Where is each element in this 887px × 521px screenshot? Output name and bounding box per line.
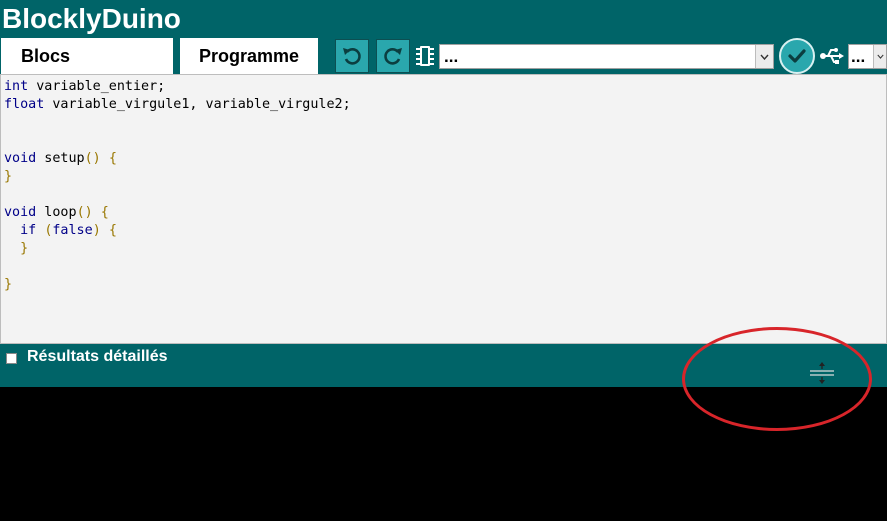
app-title: BlocklyDuino bbox=[2, 3, 181, 34]
code-line: } bbox=[4, 169, 13, 184]
redo-icon bbox=[384, 48, 402, 65]
undo-button[interactable] bbox=[335, 39, 369, 73]
board-select-value: ... bbox=[444, 47, 459, 66]
code-line: } bbox=[20, 241, 29, 256]
redo-button[interactable] bbox=[376, 39, 410, 73]
port-select[interactable]: ... bbox=[848, 44, 887, 69]
verify-button[interactable] bbox=[779, 38, 815, 74]
code-line: } bbox=[4, 277, 13, 292]
port-select-value: ... bbox=[851, 47, 866, 66]
board-select[interactable]: ... bbox=[439, 44, 774, 69]
check-icon bbox=[788, 49, 806, 63]
header-bar: BlocklyDuino Blocs Programme ... ... int… bbox=[0, 0, 887, 387]
chevron-down-icon bbox=[873, 45, 886, 68]
usb-icon bbox=[820, 48, 844, 64]
tab-programme[interactable]: Programme bbox=[180, 38, 318, 74]
chevron-down-icon bbox=[755, 45, 773, 68]
code-line: void loop() { bbox=[4, 205, 109, 220]
code-line: if (false) { bbox=[20, 223, 117, 238]
code-line: int variable_entier; bbox=[4, 79, 166, 94]
results-checkbox[interactable] bbox=[6, 353, 17, 364]
tab-blocs[interactable]: Blocs bbox=[1, 38, 173, 74]
code-line: void setup() { bbox=[4, 151, 117, 166]
code-text: int variable_entier; float variable_virg… bbox=[4, 78, 351, 294]
console-output bbox=[0, 387, 887, 521]
results-label: Résultats détaillés bbox=[27, 348, 168, 365]
resize-handle-icon[interactable] bbox=[808, 361, 836, 385]
chip-icon bbox=[416, 46, 434, 66]
results-row: Résultats détaillés bbox=[6, 347, 168, 367]
code-panel[interactable]: int variable_entier; float variable_virg… bbox=[0, 74, 887, 344]
code-line: float variable_virgule1, variable_virgul… bbox=[4, 97, 351, 112]
undo-icon bbox=[343, 48, 361, 65]
